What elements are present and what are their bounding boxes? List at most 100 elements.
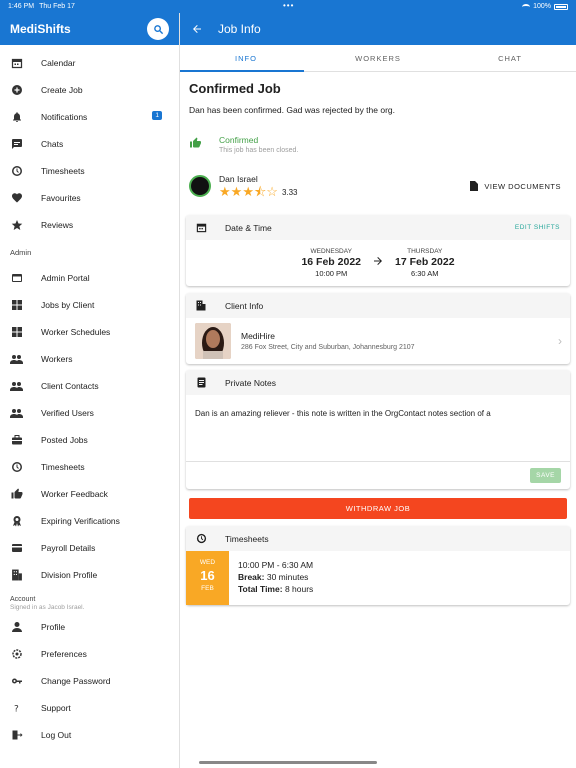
grid-icon — [10, 325, 23, 338]
end-weekday: THURSDAY — [407, 248, 443, 255]
star-filled-icon: ★ — [219, 184, 231, 199]
client-address: 286 Fox Street, City and Suburban, Johan… — [241, 344, 415, 351]
notes-textarea[interactable]: Dan is an amazing reliever - this note i… — [186, 395, 570, 462]
sidebar-item-division-profile[interactable]: Division Profile — [0, 561, 179, 588]
sidebar-item-posted-jobs[interactable]: Posted Jobs — [0, 426, 179, 453]
sidebar-item-label: Payroll Details — [41, 542, 96, 553]
back-button[interactable] — [190, 22, 204, 36]
sidebar-item-label: Client Contacts — [41, 380, 99, 391]
sidebar-item-payroll-details[interactable]: Payroll Details — [0, 534, 179, 561]
svg-text:?: ? — [14, 704, 19, 714]
timesheet-date-badge: WED 16 FEB — [186, 551, 229, 605]
timesheets-card: Timesheets WED 16 FEB 10:00 PM - 6:30 AM… — [186, 526, 570, 605]
sidebar-item-favourites[interactable]: Favourites — [0, 184, 179, 211]
sidebar-item-verified-users[interactable]: Verified Users — [0, 399, 179, 426]
sidebar-item-label: Timesheets — [41, 165, 85, 176]
sidebar-item-timesheets[interactable]: Timesheets — [0, 157, 179, 184]
key-icon — [10, 674, 23, 687]
sidebar-item-jobs-by-client[interactable]: Jobs by Client — [0, 291, 179, 318]
sidebar-item-preferences[interactable]: Preferences — [0, 640, 179, 667]
date-time-title: Date & Time — [225, 222, 272, 233]
briefcase-icon — [10, 433, 23, 446]
client-info-header: Client Info — [186, 293, 570, 318]
sidebar-item-label: Worker Feedback — [41, 488, 108, 499]
sidebar-item-timesheets[interactable]: Timesheets — [0, 453, 179, 480]
sidebar-item-change-password[interactable]: Change Password — [0, 667, 179, 694]
status-time: 1:46 PM — [8, 3, 35, 10]
sidebar-item-label: Reviews — [41, 219, 74, 230]
tab-workers[interactable]: WORKERS — [312, 45, 444, 71]
view-documents-button[interactable]: VIEW DOCUMENTS — [470, 181, 561, 191]
client-info-title: Client Info — [225, 300, 264, 311]
timesheet-time-range: 10:00 PM - 6:30 AM — [238, 560, 314, 570]
star-half-icon: ⯪ — [253, 184, 267, 199]
sidebar-item-label: Workers — [41, 353, 73, 364]
award-icon — [10, 514, 23, 527]
sidebar-item-label: Favourites — [41, 192, 81, 203]
start-time: 10:00 PM — [315, 269, 348, 278]
sidebar-item-profile[interactable]: Profile — [0, 613, 179, 640]
search-button[interactable] — [147, 18, 169, 40]
sidebar-item-worker-feedback[interactable]: Worker Feedback — [0, 480, 179, 507]
tab-chat[interactable]: CHAT — [444, 45, 576, 71]
note-icon — [195, 377, 207, 389]
end-date-value: 17 Feb 2022 — [395, 256, 455, 268]
clock-icon — [10, 164, 23, 177]
arrow-left-icon — [193, 25, 201, 33]
edit-shifts-button[interactable]: EDIT SHIFTS — [515, 224, 560, 231]
end-date: THURSDAY 17 Feb 2022 6:30 AM — [395, 248, 455, 278]
date-time-card: Date & Time EDIT SHIFTS WEDNESDAY 16 Feb… — [186, 215, 570, 286]
private-notes-header: Private Notes — [186, 370, 570, 395]
arrow-right-icon — [371, 254, 385, 272]
sidebar-item-label: Verified Users — [41, 407, 94, 418]
sidebar-item-label: Posted Jobs — [41, 434, 88, 445]
sidebar-header: MediShifts — [0, 13, 179, 45]
chevron-right-icon: › — [558, 334, 562, 348]
job-description: Dan has been confirmed. Gad was rejected… — [189, 105, 396, 115]
home-indicator[interactable] — [199, 761, 377, 764]
sidebar-item-label: Log Out — [41, 729, 72, 740]
sidebar-item-calendar[interactable]: Calendar — [0, 49, 179, 76]
timesheet-entry[interactable]: WED 16 FEB 10:00 PM - 6:30 AM Break: 30 … — [186, 551, 570, 605]
save-row: SAVE — [186, 462, 570, 489]
multitask-dots-icon[interactable]: ••• — [283, 1, 294, 10]
sidebar-item-support[interactable]: ? Support — [0, 694, 179, 721]
sidebar-item-label: Create Job — [41, 84, 83, 95]
search-icon — [153, 24, 163, 34]
sidebar-item-create-job[interactable]: Create Job — [0, 76, 179, 103]
sidebar-item-client-contacts[interactable]: Client Contacts — [0, 372, 179, 399]
question-icon: ? — [10, 701, 23, 714]
star-filled-icon: ★ — [242, 184, 254, 199]
sidebar-item-worker-schedules[interactable]: Worker Schedules — [0, 318, 179, 345]
worker-avatar[interactable] — [189, 175, 211, 197]
tab-info[interactable]: INFO — [180, 45, 312, 72]
bell-icon — [10, 110, 23, 123]
sidebar-item-notifications[interactable]: Notifications 1 — [0, 103, 179, 130]
portal-icon — [10, 271, 23, 284]
job-status: Confirmed This job has been closed. — [189, 135, 567, 154]
sidebar-item-expiring-verifications[interactable]: Expiring Verifications — [0, 507, 179, 534]
document-icon — [470, 181, 479, 191]
clock-icon — [195, 533, 207, 545]
sidebar-item-chats[interactable]: Chats — [0, 130, 179, 157]
sidebar-item-admin-portal[interactable]: Admin Portal — [0, 264, 179, 291]
people-icon — [10, 379, 23, 392]
save-button[interactable]: SAVE — [530, 468, 561, 483]
wifi-icon — [522, 3, 531, 10]
signed-in-text: Signed in as Jacob Israel. — [10, 604, 85, 611]
sidebar-item-reviews[interactable]: Reviews — [0, 211, 179, 238]
break-value: 30 minutes — [266, 572, 309, 582]
clock-icon — [10, 460, 23, 473]
sidebar-item-label: Expiring Verifications — [41, 515, 120, 526]
withdraw-job-button[interactable]: WITHDRAW JOB — [189, 498, 567, 519]
star-filled-icon: ★ — [230, 184, 243, 199]
total-time-label: Total Time: — [238, 584, 283, 594]
sidebar-item-label: Jobs by Client — [41, 299, 95, 310]
sidebar-item-workers[interactable]: Workers — [0, 345, 179, 372]
client-name: MediHire — [241, 331, 276, 341]
sidebar-item-label: Calendar — [41, 57, 76, 68]
sidebar-item-log-out[interactable]: Log Out — [0, 721, 179, 748]
people-icon — [10, 352, 23, 365]
client-row[interactable]: MediHire 286 Fox Street, City and Suburb… — [186, 318, 570, 364]
heart-icon — [10, 191, 23, 204]
